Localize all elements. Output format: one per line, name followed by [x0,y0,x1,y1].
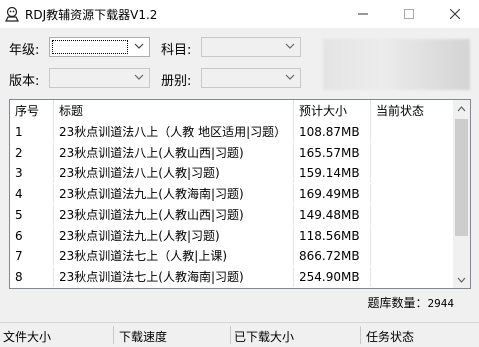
scroll-down-button[interactable] [453,271,470,288]
resource-count: 题库数量：2944 [367,294,454,311]
cell-index: 8 [10,266,54,287]
close-button[interactable] [432,0,478,28]
chevron-down-icon [285,74,295,80]
cell-status [371,204,455,225]
grade-select[interactable] [49,37,150,57]
cell-index: 2 [10,142,54,163]
minimize-button[interactable] [340,0,386,28]
edition-label: 版本: [9,74,40,89]
resource-count-value: 2944 [427,297,455,310]
status-divider [360,326,361,344]
table-row[interactable]: 3 23秋点训道法八上(人教|习题) 159.14MB [10,163,455,184]
scrollbar-thumb[interactable] [455,119,468,236]
minimize-icon [358,13,368,15]
chevron-down-icon [457,277,466,283]
title-bar: RDJ教辅资源下载器V1.2 [0,0,479,28]
status-bar: 文件大小 下载速度 已下载大小 任务状态 [0,322,479,347]
cell-index: 6 [10,225,54,246]
scroll-up-button[interactable] [453,100,470,117]
cell-status [371,163,455,184]
cell-title: 23秋点训道法七上(人教海南|习题) [54,266,294,287]
edition-select[interactable] [49,68,150,88]
cell-status [371,142,455,163]
cell-status [371,266,455,287]
window-title: RDJ教辅资源下载器V1.2 [25,8,158,22]
table-row[interactable]: 4 23秋点训道法九上(人教海南|习题) 169.49MB [10,184,455,205]
chevron-down-icon [285,43,295,49]
chevron-up-icon [457,105,466,111]
cell-size: 165.57MB [294,142,371,163]
cell-size: 159.14MB [294,163,371,184]
cell-index: 4 [10,184,54,205]
table-row[interactable]: 2 23秋点训道法八上(人教山西|习题) 165.57MB [10,142,455,163]
column-header-status[interactable]: 当前状态 [371,100,455,122]
cell-title: 23秋点训道法八上（人教 地区适用|习题） [54,122,294,142]
status-download-speed: 下载速度 [119,330,168,344]
table-row[interactable]: 6 23秋点训道法九上(人教|习题) 118.56MB [10,225,455,246]
cell-index: 5 [10,204,54,225]
subject-label: 科目: [161,43,192,58]
volume-select[interactable] [201,68,301,88]
cell-title: 23秋点训道法八上(人教|习题) [54,163,294,184]
cell-title: 23秋点训道法七上（人教|上课) [54,246,294,267]
focus-indicator [52,40,128,54]
volume-label: 册别: [161,74,192,89]
resource-list[interactable]: 序号 标题 预计大小 当前状态 1 23秋点训道法八上（人教 地区适用|习题） 10… [9,99,471,289]
cell-title: 23秋点训道法八上(人教山西|习题) [54,142,294,163]
table-row[interactable]: 5 23秋点训道法九上(人教山西|习题) 149.48MB [10,204,455,225]
status-task-status: 任务状态 [366,330,415,344]
maximize-button[interactable] [386,0,432,28]
banner-image [323,39,470,90]
cell-size: 254.90MB [294,266,371,287]
table-row[interactable]: 7 23秋点训道法七上（人教|上课) 866.72MB [10,246,455,267]
cell-size: 149.48MB [294,204,371,225]
resource-count-label: 题库数量： [367,296,428,310]
status-divider [113,326,114,344]
column-header-size[interactable]: 预计大小 [294,100,371,122]
status-downloaded-size: 已下载大小 [234,330,295,344]
chevron-down-icon [134,74,144,80]
cell-title: 23秋点训道法九上(人教|习题) [54,225,294,246]
close-icon [450,9,460,19]
status-file-size: 文件大小 [3,330,52,344]
list-header: 序号 标题 预计大小 当前状态 [10,100,455,122]
grade-label: 年级: [9,43,40,58]
cell-size: 108.87MB [294,122,371,142]
column-header-index[interactable]: 序号 [10,100,54,122]
table-row[interactable]: 8 23秋点训道法七上(人教海南|习题) 254.90MB [10,266,455,287]
chevron-down-icon [134,43,144,49]
cell-status [371,225,455,246]
maximize-icon [404,9,414,19]
cell-title: 23秋点训道法九上(人教山西|习题) [54,204,294,225]
table-row[interactable]: 1 23秋点训道法八上（人教 地区适用|习题） 108.87MB [10,122,455,142]
cell-index: 3 [10,163,54,184]
cell-status [371,184,455,205]
cell-size: 118.56MB [294,225,371,246]
cell-index: 1 [10,122,54,142]
cell-index: 7 [10,246,54,267]
cell-size: 169.49MB [294,184,371,205]
cell-size: 866.72MB [294,246,371,267]
app-icon [5,6,19,22]
cell-status [371,246,455,267]
status-divider [230,326,231,344]
column-header-title[interactable]: 标题 [54,100,294,122]
vertical-scrollbar[interactable] [453,100,470,288]
cell-title: 23秋点训道法九上(人教海南|习题) [54,184,294,205]
subject-select[interactable] [201,37,301,57]
cell-status [371,122,455,142]
